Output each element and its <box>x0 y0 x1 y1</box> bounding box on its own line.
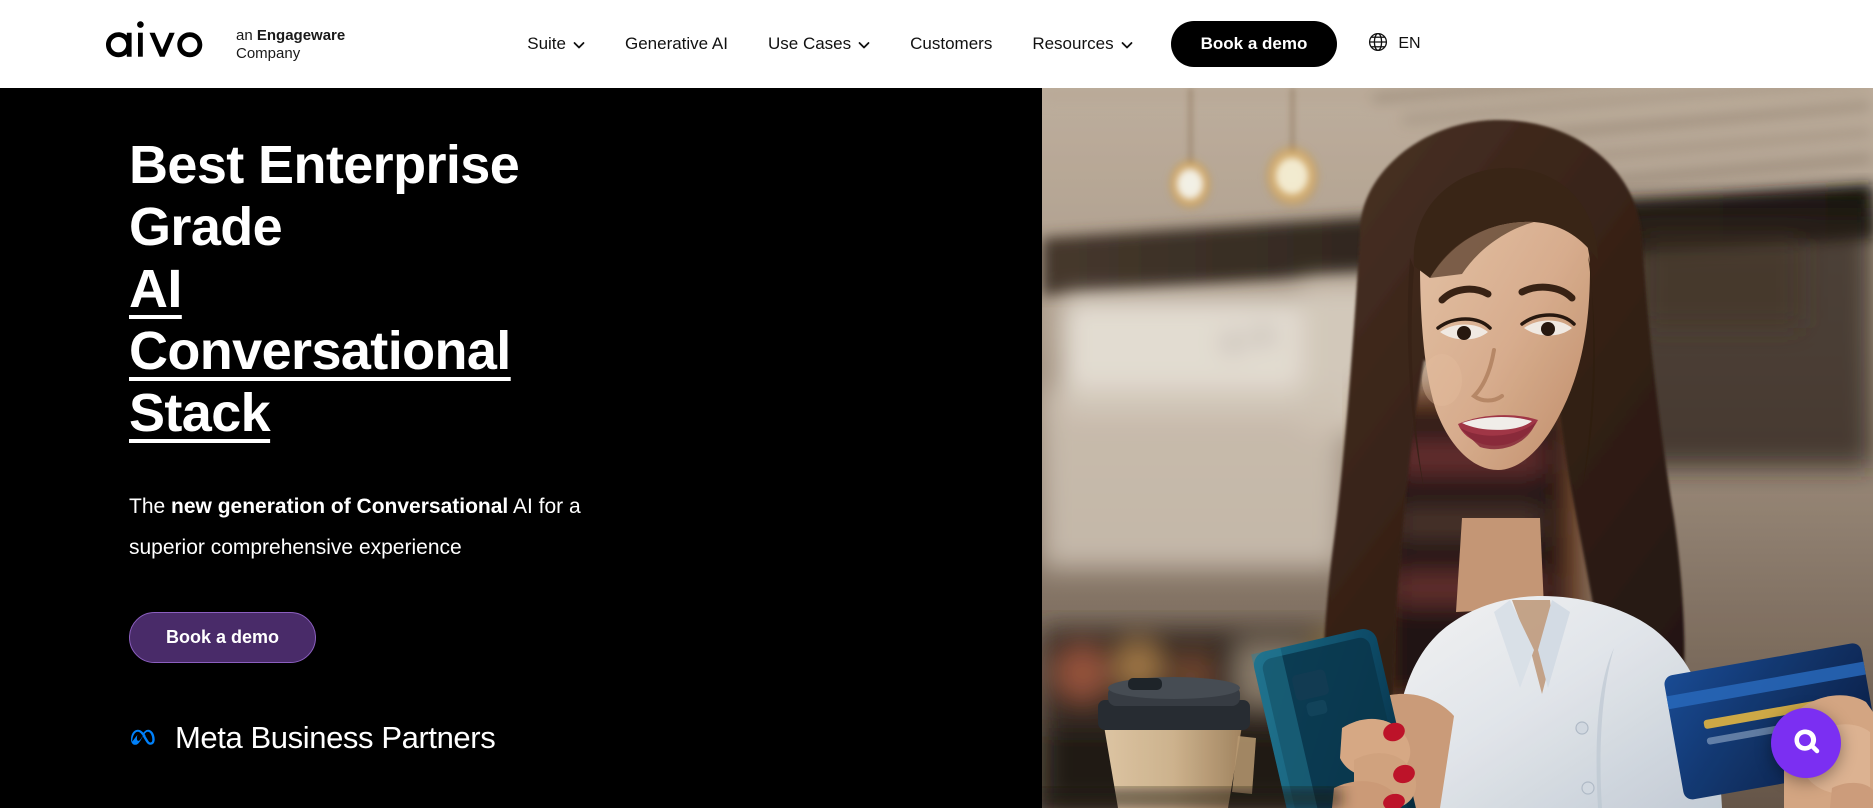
hero-section: Best Enterprise Grade AI Conversational … <box>0 88 1873 808</box>
headline-line-2: Grade <box>129 197 283 257</box>
language-selector[interactable]: EN <box>1367 31 1421 58</box>
chevron-down-icon <box>858 39 870 51</box>
aivo-wordmark-icon <box>94 19 222 69</box>
hero-book-demo-button[interactable]: Book a demo <box>129 612 317 663</box>
chevron-down-icon <box>573 39 585 51</box>
meta-infinity-icon <box>129 724 163 753</box>
tagline-brand: Engageware <box>256 27 346 45</box>
headline-line-1: Best Enterprise <box>129 135 520 195</box>
chat-widget-button[interactable] <box>1771 708 1841 778</box>
subtitle-pre: The <box>129 495 172 518</box>
page-root: an Engageware Company Suite Generative A… <box>0 0 1873 808</box>
brand-logo[interactable]: an Engageware Company <box>94 19 345 69</box>
nav-item-generative-ai[interactable]: Generative AI <box>625 34 728 54</box>
nav-item-customers[interactable]: Customers <box>910 34 992 54</box>
language-code: EN <box>1398 35 1421 52</box>
nav-item-label: Generative AI <box>624 34 728 53</box>
headline-line-4: Conversational <box>129 321 511 381</box>
nav-item-suite[interactable]: Suite <box>527 34 585 54</box>
tagline-suffix: Company <box>236 45 301 62</box>
meta-business-partners-badge: Meta Business Partners <box>129 720 496 756</box>
subtitle-bold: new generation of Conversational <box>171 495 509 518</box>
headline-line-3-wrap: AI <box>129 258 889 320</box>
hero-copy: Best Enterprise Grade AI Conversational … <box>129 134 889 663</box>
page-title: Best Enterprise Grade AI Conversational … <box>129 134 889 444</box>
nav-item-label: Use Cases <box>768 34 852 53</box>
chevron-down-icon <box>1121 39 1133 51</box>
tagline-prefix: an <box>236 27 257 45</box>
header-book-demo-button[interactable]: Book a demo <box>1170 21 1338 67</box>
globe-icon <box>1367 31 1389 58</box>
nav-item-label: Customers <box>910 34 993 53</box>
site-header: an Engageware Company Suite Generative A… <box>0 0 1873 88</box>
nav-item-label: Resources <box>1032 34 1114 53</box>
headline-line-4-wrap: Conversational <box>129 320 889 382</box>
nav-item-resources[interactable]: Resources <box>1032 34 1132 54</box>
meta-partners-label: Meta Business Partners <box>175 720 496 755</box>
hero-content-panel: Best Enterprise Grade AI Conversational … <box>0 88 1042 808</box>
headline-line-5: Stack <box>129 383 271 443</box>
main-navigation: Suite Generative AI Use Cases Customers … <box>527 34 1132 54</box>
hero-subtitle: The new generation of Conversational AI … <box>129 486 649 568</box>
aivo-chat-icon <box>1786 721 1826 766</box>
nav-item-use-cases[interactable]: Use Cases <box>768 34 870 54</box>
hero-photo <box>1042 88 1873 808</box>
brand-tagline: an Engageware Company <box>236 25 345 62</box>
nav-item-label: Suite <box>527 34 566 53</box>
headline-line-3: AI <box>129 259 182 319</box>
headline-line-5-wrap: Stack <box>129 382 889 444</box>
